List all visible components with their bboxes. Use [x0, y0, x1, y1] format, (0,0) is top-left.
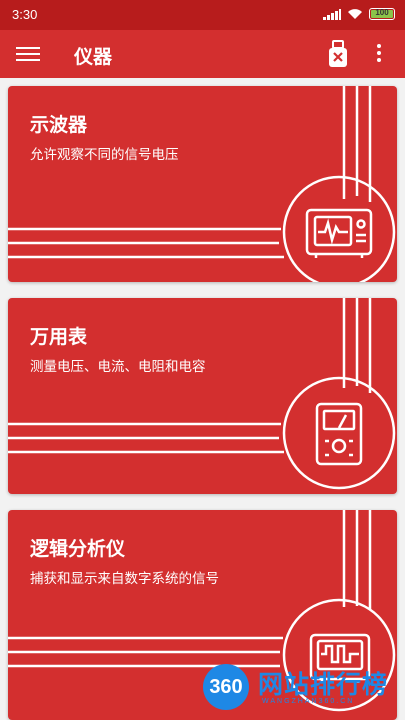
watermark-domain: WANGZHAN360.CN [262, 698, 355, 705]
site-watermark: 360 网站排行榜 WANGZHAN360.CN [200, 660, 405, 720]
wifi-icon [348, 9, 362, 19]
battery-level: 100 [375, 8, 389, 17]
status-bar: 3:30 100 [0, 0, 405, 30]
status-icons: 100 [323, 8, 395, 20]
instrument-card-oscilloscope[interactable]: 示波器 允许观察不同的信号电压 [8, 86, 397, 282]
signal-icon [323, 8, 341, 20]
card-subtitle: 测量电压、电流、电阻和电容 [30, 359, 206, 375]
oscilloscope-icon [305, 208, 373, 258]
battery-icon: 100 [369, 8, 395, 20]
watermark-site-name: 网站排行榜 [258, 670, 389, 699]
more-vertical-icon[interactable] [372, 42, 386, 66]
card-subtitle: 捕获和显示来自数字系统的信号 [30, 571, 219, 587]
multimeter-icon [315, 402, 363, 466]
card-title: 示波器 [30, 114, 88, 136]
instrument-card-multimeter[interactable]: 万用表 测量电压、电流、电阻和电容 [8, 298, 397, 494]
hamburger-menu-icon[interactable] [16, 44, 40, 64]
watermark-logo: 360 [203, 664, 249, 710]
card-subtitle: 允许观察不同的信号电压 [30, 147, 179, 163]
status-time: 3:30 [12, 7, 38, 22]
card-title: 万用表 [30, 326, 88, 348]
card-title: 逻辑分析仪 [30, 538, 126, 560]
usb-device-icon[interactable] [326, 40, 350, 68]
app-bar: 仪器 [0, 30, 405, 78]
page-title: 仪器 [74, 46, 113, 68]
